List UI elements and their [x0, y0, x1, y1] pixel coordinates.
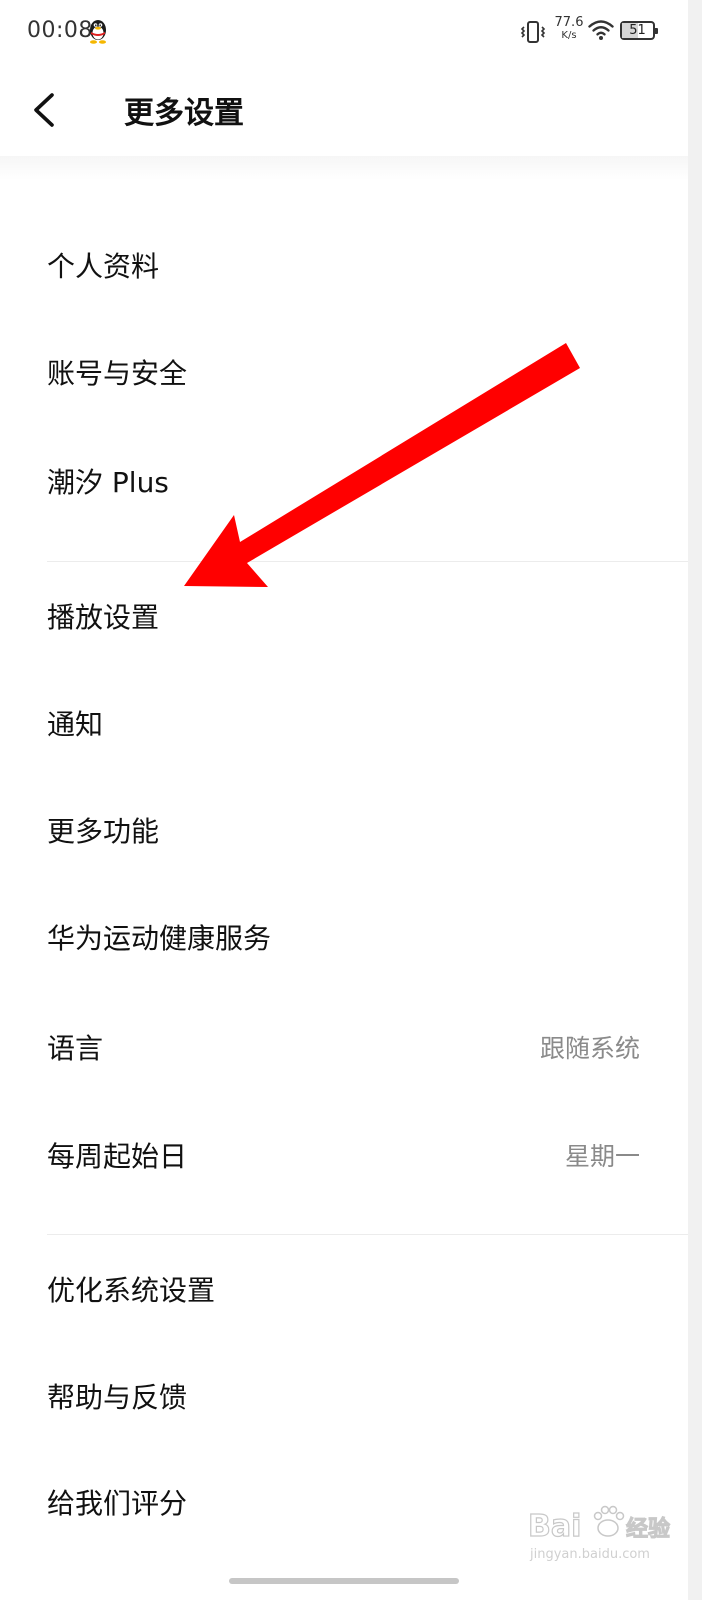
app-header: 更多设置 [0, 64, 688, 156]
menu-item-language[interactable]: 语言 跟随系统 [0, 1007, 688, 1091]
menu-item-week-start[interactable]: 每周起始日 星期一 [0, 1115, 688, 1199]
section-divider [47, 561, 688, 562]
menu-item-label: 帮助与反馈 [47, 1381, 188, 1414]
menu-item-label: 每周起始日 [47, 1140, 188, 1173]
menu-item-label: 潮汐 Plus [47, 466, 169, 499]
battery-icon: 51 [620, 21, 658, 40]
right-edge-strip [688, 0, 702, 1600]
vibrate-icon [520, 21, 546, 43]
svg-text:jingyan.baidu.com: jingyan.baidu.com [529, 1547, 650, 1562]
menu-item-label: 账号与安全 [47, 357, 188, 390]
menu-item-account-security[interactable]: 账号与安全 [0, 332, 688, 416]
network-speed-value: 77.6 [554, 15, 584, 30]
menu-item-value: 星期一 [564, 1142, 640, 1171]
network-speed: 77.6 K/s [552, 16, 586, 41]
menu-item-label: 更多功能 [47, 815, 160, 848]
status-bar: 00:08 77.6 K/s 51 [0, 0, 688, 64]
home-indicator[interactable] [229, 1578, 459, 1584]
battery-level: 51 [629, 23, 646, 38]
menu-item-huawei-health[interactable]: 华为运动健康服务 [0, 897, 688, 981]
chevron-left-icon [34, 93, 54, 127]
svg-text:Bai: Bai [528, 1509, 581, 1544]
page-title: 更多设置 [124, 96, 244, 131]
menu-item-label: 华为运动健康服务 [47, 922, 272, 955]
section-divider [47, 1234, 688, 1235]
menu-item-label: 给我们评分 [47, 1487, 188, 1520]
wifi-icon [588, 20, 614, 40]
menu-item-help-feedback[interactable]: 帮助与反馈 [0, 1356, 688, 1440]
baidu-watermark-logo: Bai 经验 jingyan.baidu.com [528, 1505, 671, 1562]
network-speed-unit: K/s [561, 30, 577, 41]
menu-item-label: 通知 [47, 708, 104, 741]
menu-item-optimize-system[interactable]: 优化系统设置 [0, 1249, 688, 1333]
menu-item-label: 播放设置 [47, 601, 160, 634]
menu-item-more-features[interactable]: 更多功能 [0, 790, 688, 874]
qq-icon [90, 20, 106, 44]
menu-item-playback-settings[interactable]: 播放设置 [0, 576, 688, 660]
menu-item-profile[interactable]: 个人资料 [0, 225, 688, 309]
menu-item-tide-plus[interactable]: 潮汐 Plus [0, 441, 688, 525]
menu-item-notifications[interactable]: 通知 [0, 683, 688, 767]
menu-item-label: 个人资料 [47, 250, 160, 283]
back-button[interactable] [22, 86, 70, 134]
menu-item-label: 优化系统设置 [47, 1274, 216, 1307]
header-shadow [0, 156, 688, 180]
status-time: 00:08 [27, 18, 93, 43]
screen: 00:08 77.6 K/s 51 更多设置 个人资料 账号与安全 潮汐 Plu… [0, 0, 688, 1600]
svg-text:经验: 经验 [626, 1516, 670, 1542]
menu-item-value: 跟随系统 [539, 1034, 640, 1063]
menu-item-label: 语言 [47, 1032, 104, 1065]
